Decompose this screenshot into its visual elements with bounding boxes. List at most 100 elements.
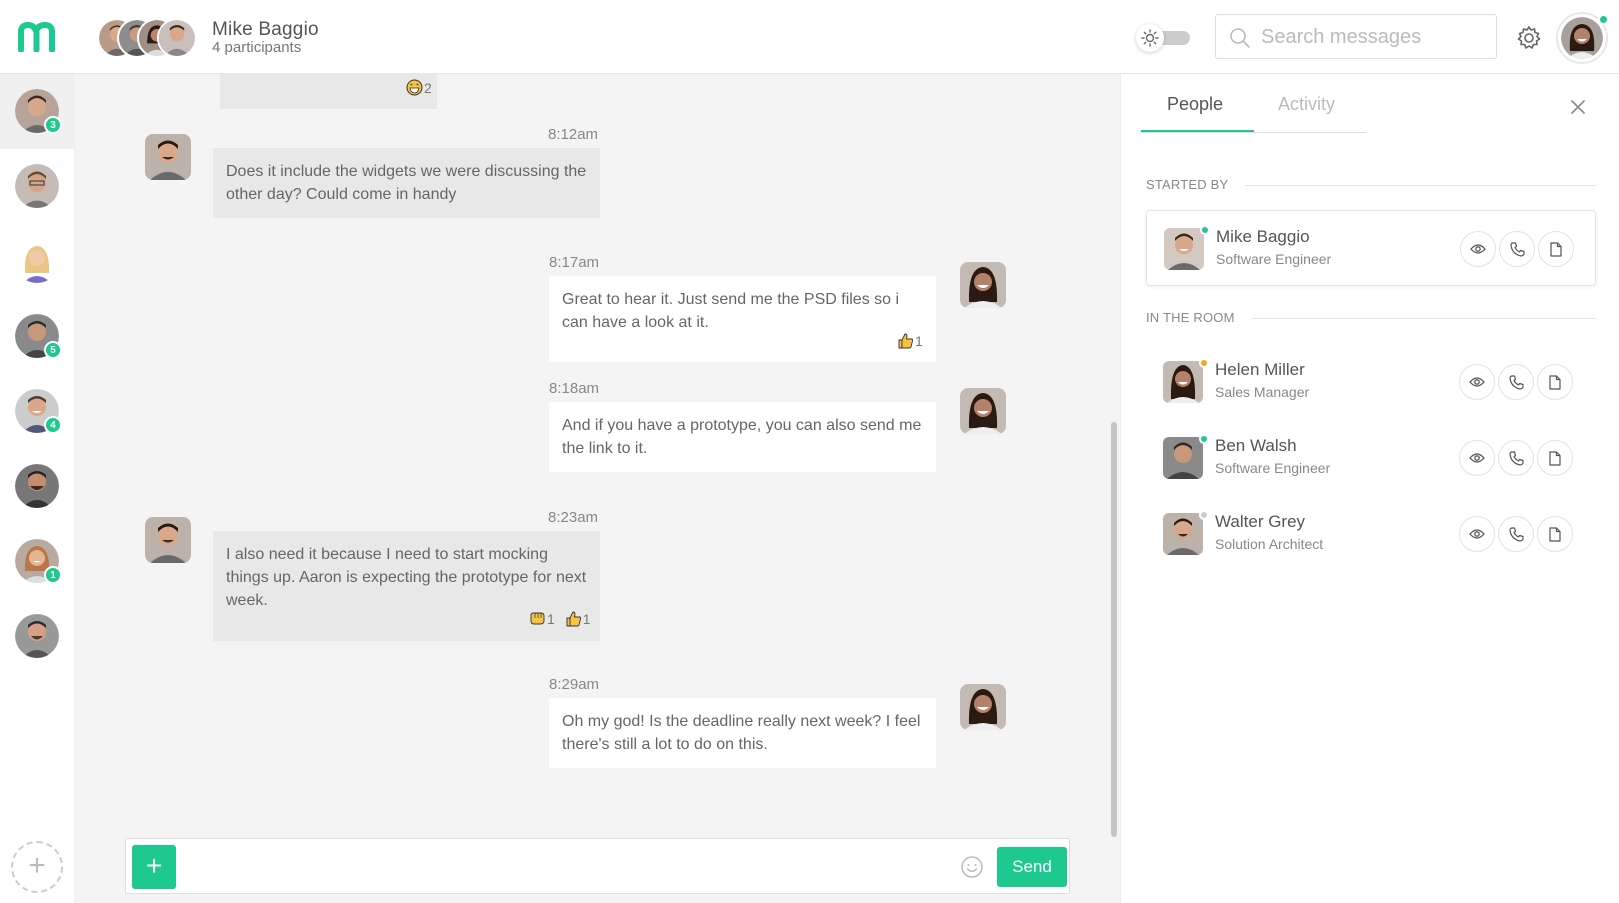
close-icon[interactable] (1571, 100, 1585, 114)
person-row[interactable]: Ben Walsh Software Engineer (1146, 420, 1596, 496)
message-time: 8:18am (549, 380, 600, 397)
attach-button[interactable]: + (132, 845, 176, 889)
message-composer: + Send (125, 838, 1070, 894)
message-text: I also need it because I need to start m… (226, 546, 587, 609)
message-bubble: Oh my god! Is the deadline really next w… (549, 698, 936, 768)
participants-count[interactable]: 4 participants (212, 39, 301, 56)
avatar (15, 164, 59, 208)
eye-icon (1469, 529, 1485, 539)
active-tab-indicator (1141, 130, 1254, 132)
files-button[interactable] (1537, 516, 1573, 552)
user-avatar[interactable] (1556, 12, 1609, 64)
avatar (15, 614, 59, 658)
divider (1252, 318, 1596, 319)
status-dot (1199, 358, 1209, 368)
call-button[interactable] (1498, 440, 1534, 476)
person-name: Ben Walsh (1215, 436, 1297, 455)
call-button[interactable] (1498, 516, 1534, 552)
phone-icon (1508, 526, 1524, 542)
conversation-item[interactable] (0, 599, 75, 674)
person-role: Solution Architect (1215, 536, 1324, 552)
person-name: Mike Baggio (1216, 227, 1310, 246)
conversation-item[interactable] (0, 449, 75, 524)
person-name: Helen Miller (1215, 360, 1305, 379)
message-thread[interactable]: 2 8:12am Does it include the widgets we … (75, 74, 1120, 903)
message-time: 8:12am (548, 126, 599, 143)
chat-scrollbar[interactable] (1111, 422, 1117, 837)
sender-avatar (960, 262, 1006, 308)
reaction-count: 2 (424, 79, 432, 96)
unread-badge: 1 (44, 566, 62, 584)
view-button[interactable] (1459, 364, 1495, 400)
reaction-count: 1 (915, 332, 923, 349)
conversation-item[interactable] (0, 224, 75, 299)
section-title: IN THE ROOM (1146, 310, 1235, 325)
eye-icon (1469, 377, 1485, 387)
person-role: Software Engineer (1216, 251, 1332, 267)
file-icon (1549, 450, 1561, 466)
unread-badge: 5 (44, 341, 62, 359)
files-button[interactable] (1538, 231, 1574, 267)
search-input[interactable] (1261, 23, 1486, 51)
status-dot (1200, 225, 1210, 235)
person-name: Walter Grey (1215, 512, 1306, 531)
conversation-item[interactable] (0, 149, 75, 224)
send-button[interactable]: Send (997, 847, 1067, 887)
phone-icon (1509, 241, 1525, 257)
file-icon (1550, 241, 1562, 257)
grin-emoji-icon (406, 79, 423, 96)
tab-activity[interactable]: Activity (1278, 94, 1335, 115)
view-button[interactable] (1459, 440, 1495, 476)
message-bubble: Great to hear it. Just send me the PSD f… (549, 276, 936, 362)
files-button[interactable] (1537, 440, 1573, 476)
reaction[interactable]: 1 (897, 332, 923, 349)
person-role: Software Engineer (1215, 460, 1331, 476)
message-bubble: And if you have a prototype, you can als… (549, 402, 936, 472)
person-row[interactable]: Helen Miller Sales Manager (1146, 344, 1596, 420)
message-input[interactable] (188, 851, 948, 881)
conversation-item[interactable]: 5 (0, 299, 75, 374)
reaction[interactable]: 1 (528, 610, 555, 627)
sender-avatar (145, 134, 191, 180)
search-box (1215, 14, 1497, 59)
avatar (1164, 228, 1204, 270)
gear-icon[interactable] (1516, 25, 1542, 51)
conversation-item[interactable]: 4 (0, 374, 75, 449)
eye-icon (1469, 453, 1485, 463)
online-status-dot (1598, 14, 1609, 25)
conversation-item[interactable]: 3 (0, 74, 75, 149)
unread-badge: 4 (44, 416, 62, 434)
avatar (1163, 437, 1203, 479)
conversation-item[interactable]: 1 (0, 524, 75, 599)
details-panel: People Activity STARTED BY Mike Baggio S… (1120, 74, 1619, 903)
message-reactions: 1 (891, 332, 923, 352)
call-button[interactable] (1499, 231, 1535, 267)
sender-avatar (960, 684, 1006, 730)
status-dot (1199, 434, 1209, 444)
theme-toggle[interactable] (1136, 24, 1194, 52)
view-button[interactable] (1459, 516, 1495, 552)
tab-people[interactable]: People (1167, 94, 1223, 115)
reaction[interactable]: 1 (565, 610, 590, 627)
conversation-rail: 3 5 4 1 (0, 74, 75, 903)
message-bubble: Does it include the widgets we were disc… (213, 148, 600, 218)
message-time: 8:29am (549, 676, 600, 693)
files-button[interactable] (1537, 364, 1573, 400)
person-row[interactable]: Walter Grey Solution Architect (1146, 496, 1596, 572)
call-button[interactable] (1498, 364, 1534, 400)
phone-icon (1508, 374, 1524, 390)
eye-icon (1470, 244, 1486, 254)
reaction[interactable]: 2 (406, 79, 432, 96)
app-logo[interactable] (18, 22, 56, 52)
view-button[interactable] (1460, 231, 1496, 267)
unread-badge: 3 (44, 116, 62, 134)
top-bar: Mike Baggio 4 participants (0, 0, 1619, 74)
section-title: STARTED BY (1146, 177, 1229, 192)
panel-tabs: People Activity (1141, 74, 1366, 133)
avatar (1561, 17, 1603, 59)
starter-card[interactable]: Mike Baggio Software Engineer (1146, 210, 1596, 286)
divider (1245, 185, 1596, 186)
add-conversation-button[interactable]: + (11, 841, 63, 893)
message-reactions: 1 1 (522, 610, 590, 630)
emoji-picker-icon[interactable] (960, 855, 984, 879)
